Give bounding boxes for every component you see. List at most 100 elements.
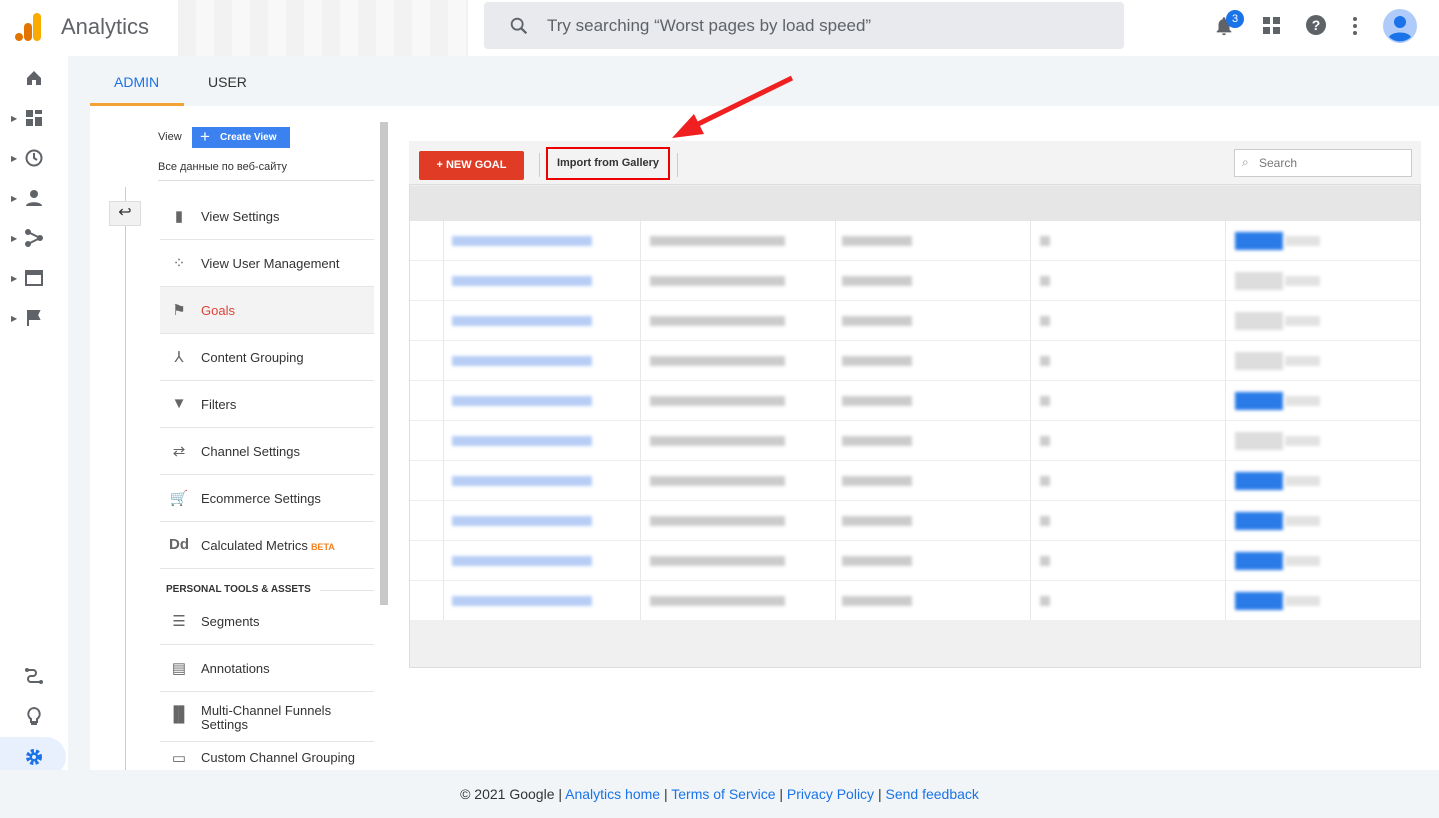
blurred-cell[interactable] (452, 436, 592, 446)
column-separator (640, 541, 641, 580)
blurred-cell[interactable] (452, 476, 592, 486)
column-separator (640, 381, 641, 420)
behavior-icon[interactable] (24, 268, 44, 288)
nav-segments[interactable]: ☰ Segments (160, 598, 374, 645)
blurred-cell[interactable] (452, 596, 592, 606)
table-row[interactable] (410, 221, 1420, 261)
table-row[interactable] (410, 581, 1420, 621)
blurred-cell (1040, 516, 1050, 526)
recording-toggle[interactable] (1235, 352, 1283, 370)
flag-icon[interactable] (24, 308, 44, 328)
table-row[interactable] (410, 301, 1420, 341)
recording-toggle[interactable] (1235, 232, 1283, 250)
blurred-cell (650, 236, 785, 246)
column-divider (125, 187, 126, 770)
person-icon[interactable] (24, 188, 44, 208)
column-separator (1030, 581, 1031, 620)
table-search-input[interactable]: ⌕ Search (1234, 149, 1412, 177)
avatar[interactable] (1383, 9, 1417, 43)
nav-calculated-metrics[interactable]: Dd Calculated Metrics BETA (160, 522, 374, 569)
privacy-link[interactable]: Privacy Policy (787, 786, 874, 802)
recording-toggle[interactable] (1235, 432, 1283, 450)
table-row[interactable] (410, 381, 1420, 421)
blurred-cell[interactable] (452, 516, 592, 526)
segments-icon: ☰ (172, 613, 186, 630)
column-separator (443, 261, 444, 300)
blurred-cell (842, 236, 912, 246)
nav-goals[interactable]: ⚑ Goals (160, 287, 374, 334)
expand-caret-icon[interactable]: ▶ (11, 154, 17, 163)
table-row[interactable] (410, 421, 1420, 461)
blurred-cell[interactable] (452, 396, 592, 406)
blurred-cell (842, 316, 912, 326)
table-row[interactable] (410, 261, 1420, 301)
recording-toggle[interactable] (1235, 512, 1283, 530)
blurred-cell[interactable] (452, 556, 592, 566)
blurred-cell[interactable] (452, 356, 592, 366)
blurred-cell (842, 356, 912, 366)
recording-toggle[interactable] (1235, 312, 1283, 330)
home-icon[interactable] (24, 68, 44, 88)
table-row[interactable] (410, 501, 1420, 541)
more-vert-icon[interactable] (1352, 16, 1358, 36)
blurred-cell[interactable] (452, 276, 592, 286)
table-row[interactable] (410, 341, 1420, 381)
nav-custom-channel-grouping[interactable]: ▭ Custom Channel Grouping (160, 742, 374, 770)
bar-chart-icon: ▐▌ (168, 706, 190, 723)
blurred-cell[interactable] (452, 236, 592, 246)
column-separator (835, 581, 836, 620)
tab-user[interactable]: USER (208, 74, 247, 90)
nav-filters[interactable]: ▼ Filters (160, 381, 374, 428)
recording-toggle[interactable] (1235, 592, 1283, 610)
apps-grid-icon[interactable] (1262, 16, 1282, 36)
blurred-cell (1285, 396, 1320, 406)
blurred-cell[interactable] (452, 316, 592, 326)
help-icon[interactable]: ? (1305, 14, 1327, 36)
blurred-cell (842, 596, 912, 606)
collapse-back-arrow-icon[interactable]: ↩ (109, 201, 141, 226)
blurred-cell (1285, 436, 1320, 446)
recording-toggle[interactable] (1235, 392, 1283, 410)
analytics-home-link[interactable]: Analytics home (565, 786, 660, 802)
lightbulb-icon[interactable] (24, 706, 44, 726)
nav-view-user-management[interactable]: ⁘ View User Management (160, 240, 374, 287)
recording-toggle[interactable] (1235, 272, 1283, 290)
search-bar[interactable]: Try searching “Worst pages by load speed… (484, 2, 1124, 49)
table-row[interactable] (410, 541, 1420, 581)
column-separator (443, 301, 444, 340)
nav-content-grouping[interactable]: ⅄ Content Grouping (160, 334, 374, 381)
nav-channel-settings[interactable]: ⇄ Channel Settings (160, 428, 374, 475)
scrollbar[interactable] (380, 122, 388, 605)
customization-icon[interactable] (24, 108, 44, 128)
nav-annotations[interactable]: ▤ Annotations (160, 645, 374, 692)
nav-view-settings[interactable]: ▮ View Settings (160, 193, 374, 240)
recording-toggle[interactable] (1235, 552, 1283, 570)
tab-admin[interactable]: ADMIN (114, 74, 159, 90)
attribution-icon[interactable] (24, 666, 44, 686)
terms-link[interactable]: Terms of Service (671, 786, 775, 802)
account-selector-blurred[interactable] (178, 0, 468, 62)
column-separator (443, 221, 444, 260)
expand-caret-icon[interactable]: ▶ (11, 194, 17, 203)
acquisition-icon[interactable] (24, 228, 44, 248)
gear-icon[interactable] (24, 747, 44, 767)
expand-caret-icon[interactable]: ▶ (11, 234, 17, 243)
clock-icon[interactable] (24, 148, 44, 168)
divider (158, 180, 374, 181)
column-separator (835, 221, 836, 260)
expand-caret-icon[interactable]: ▶ (11, 274, 17, 283)
column-separator (640, 501, 641, 540)
nav-mcf-settings[interactable]: ▐▌ Multi-Channel Funnels Settings (160, 692, 374, 742)
analytics-logo[interactable] (14, 12, 44, 47)
view-selector[interactable]: Все данные по веб-сайту (158, 161, 287, 173)
nav-ecommerce-settings[interactable]: 🛒 Ecommerce Settings (160, 475, 374, 522)
import-from-gallery-button[interactable]: Import from Gallery (546, 147, 670, 180)
feedback-link[interactable]: Send feedback (885, 786, 978, 802)
new-goal-button[interactable]: + NEW GOAL (419, 151, 524, 180)
create-view-button[interactable]: + Create View (192, 127, 290, 148)
recording-toggle[interactable] (1235, 472, 1283, 490)
table-row[interactable] (410, 461, 1420, 501)
blurred-cell (650, 476, 785, 486)
expand-caret-icon[interactable]: ▶ (11, 114, 17, 123)
expand-caret-icon[interactable]: ▶ (11, 314, 17, 323)
